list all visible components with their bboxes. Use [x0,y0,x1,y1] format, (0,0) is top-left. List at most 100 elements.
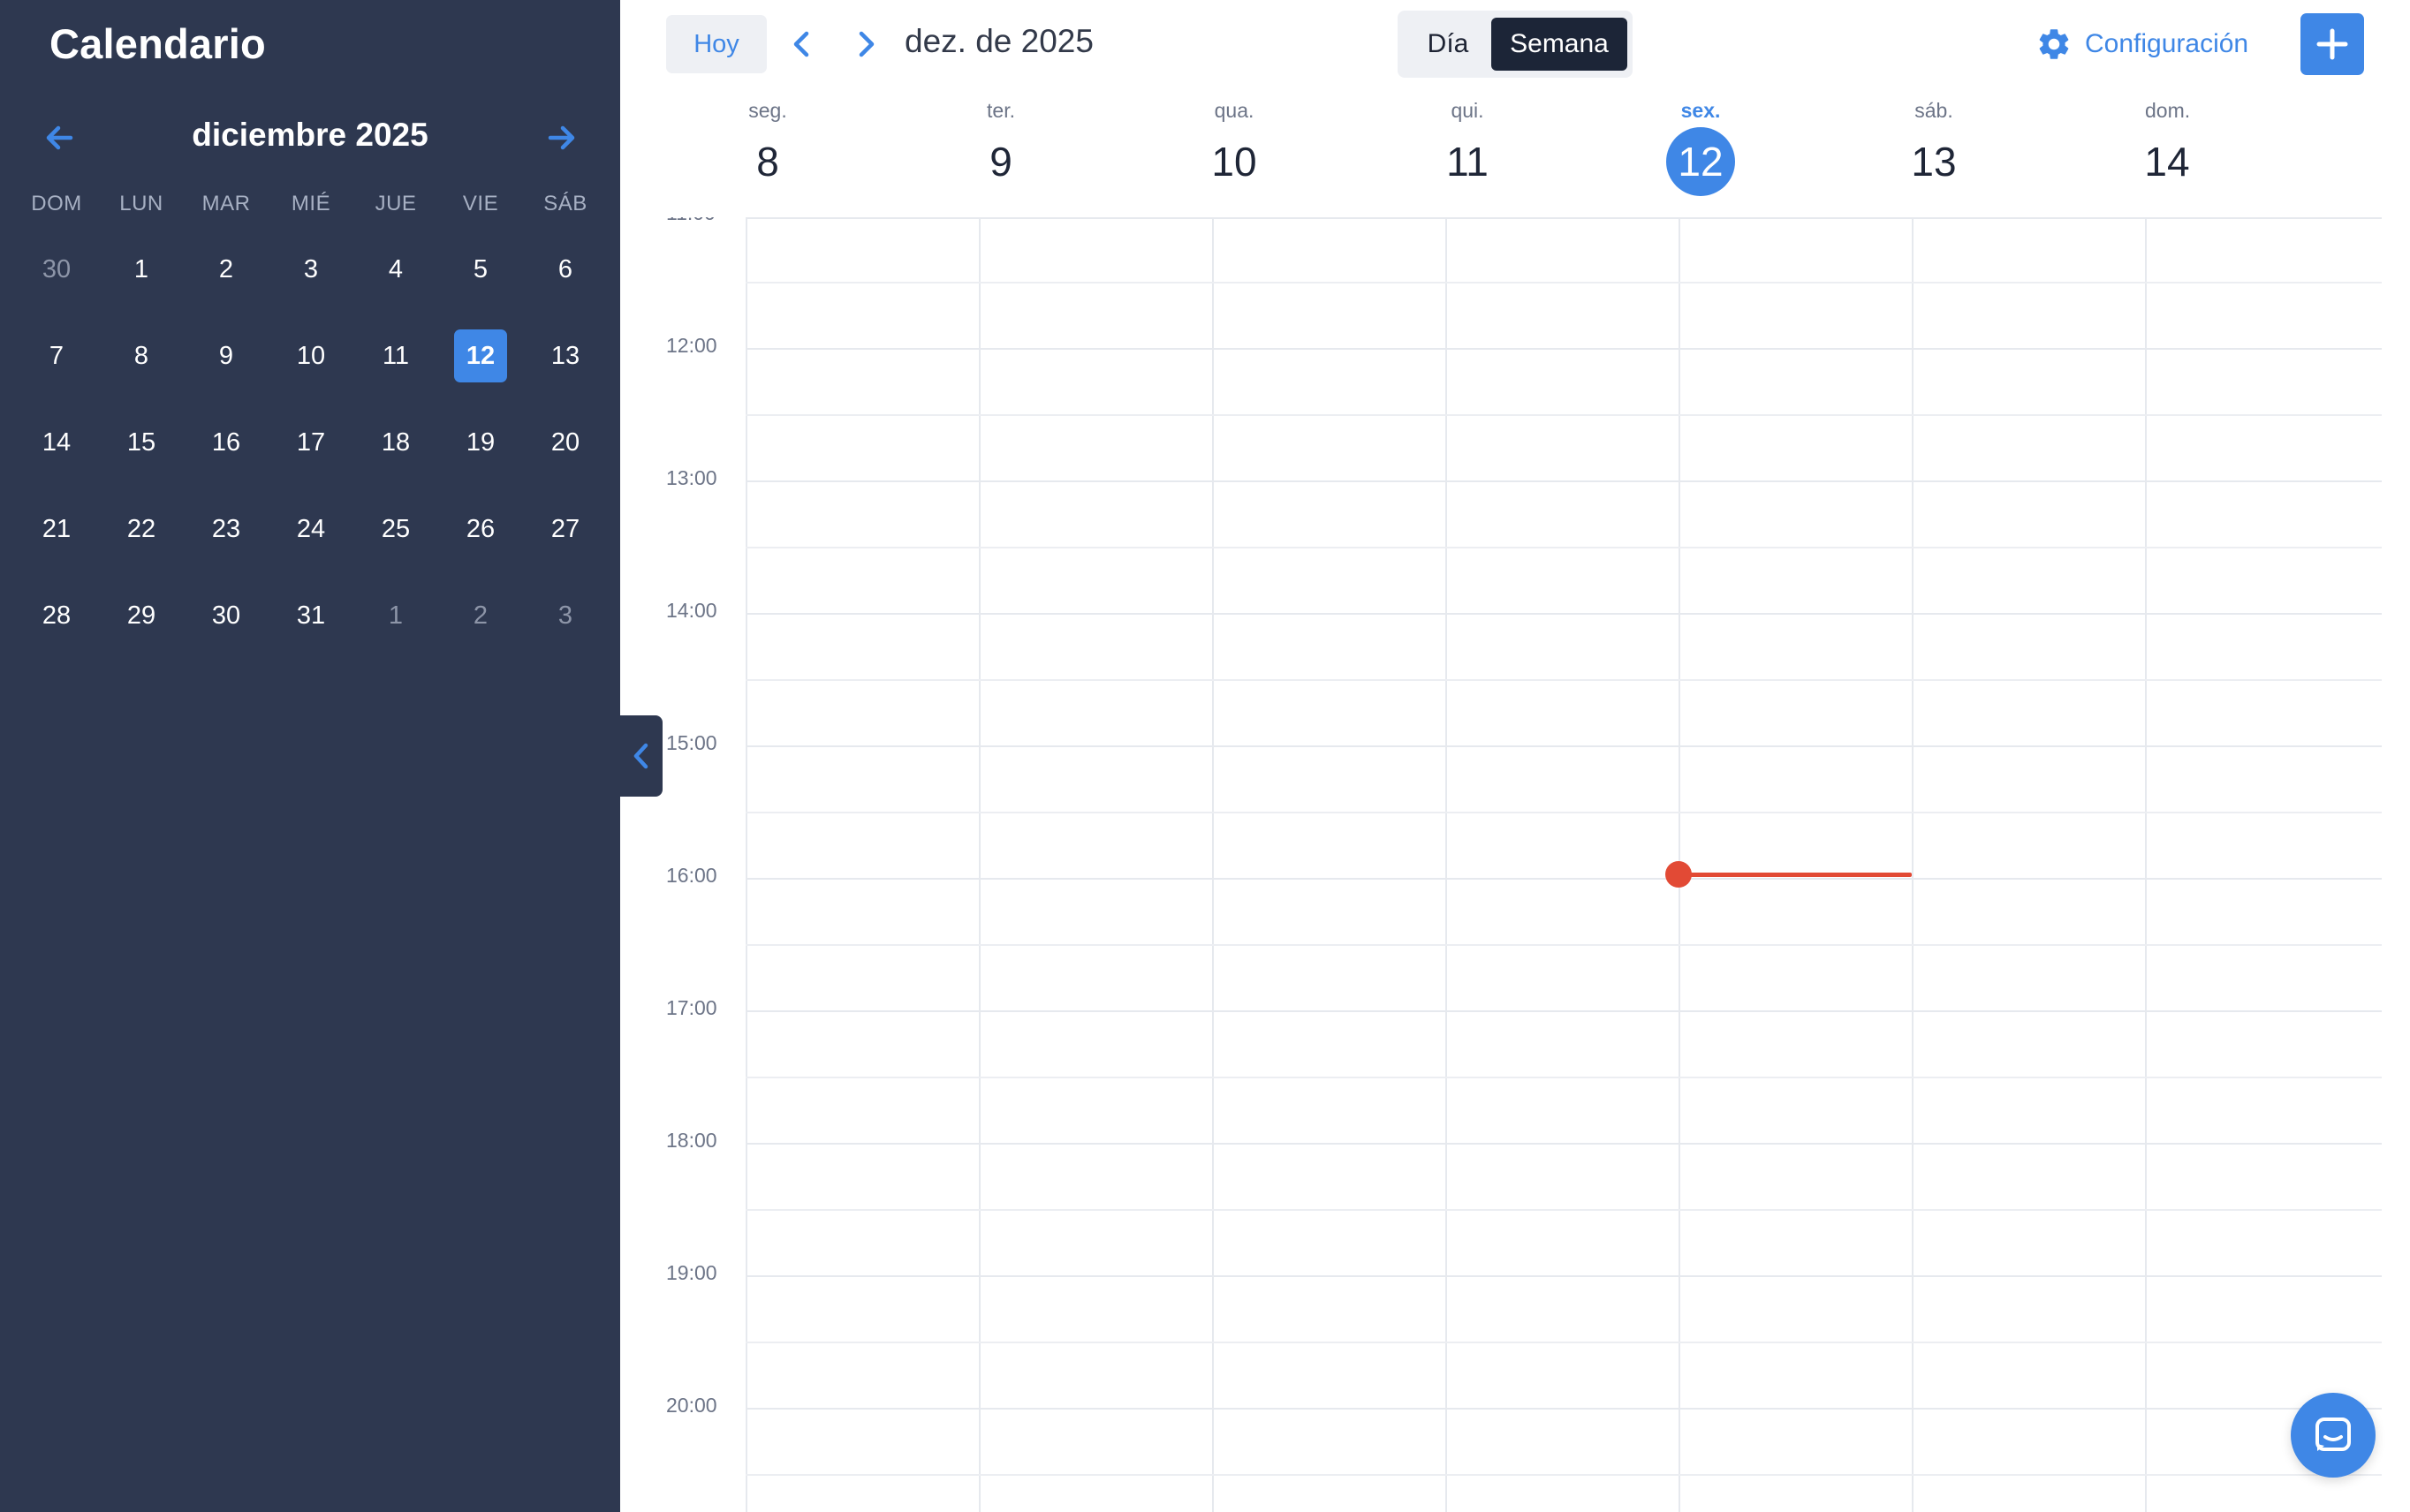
mini-calendar-day-label: 11 [382,341,410,370]
mini-calendar-week-row: 28 29 30 31 1 2 3 [14,572,608,659]
mini-calendar-day[interactable]: 18 [353,399,438,486]
mini-calendar-day-label: 17 [296,427,326,457]
day-header-number: 13 [1911,139,1957,185]
calendar-toolbar: Hoy dez. de 2025 Día Semana Configuració… [620,0,2410,88]
chevron-left-icon [793,31,809,57]
hour-label: 14:00 [666,599,717,622]
half-hour-gridline [746,1209,2382,1211]
hour-label: 12:00 [666,334,717,357]
mini-calendar-day[interactable]: 13 [523,313,608,399]
mini-calendar-day-label: 2 [218,254,234,284]
chat-support-button[interactable] [2291,1393,2376,1478]
mini-calendar-day[interactable]: 22 [99,486,184,572]
mini-calendar-day[interactable]: 5 [438,226,523,313]
mini-calendar-day[interactable]: 3 [269,226,353,313]
mini-calendar-day[interactable]: 1 [353,572,438,659]
mini-calendar-day[interactable]: 11 [353,313,438,399]
hour-gridline [746,348,2382,350]
mini-calendar-day[interactable]: 19 [438,399,523,486]
mini-calendar-day[interactable]: 4 [353,226,438,313]
add-event-button[interactable] [2300,13,2364,75]
mini-calendar-day[interactable]: 7 [14,313,99,399]
mini-calendar-day[interactable]: 30 [184,572,269,659]
mini-calendar-day[interactable]: 21 [14,486,99,572]
day-header[interactable]: ter. 9 [979,88,1212,217]
mini-calendar-day[interactable]: 28 [14,572,99,659]
weekday-header: SÁB [543,192,587,215]
mini-calendar-day[interactable]: 25 [353,486,438,572]
mini-calendar-day[interactable]: 24 [269,486,353,572]
view-day-button[interactable]: Día [1405,18,1491,71]
mini-calendar-day-today[interactable]: 12 [438,313,523,399]
previous-week-button[interactable] [781,23,823,65]
weekday-header: JUE [375,192,417,215]
mini-calendar-weekday-row: DOM LUN MAR MIÉ JUE VIE SÁB [14,182,608,226]
day-header-name: sáb. [1914,99,1953,122]
mini-calendar-day[interactable]: 17 [269,399,353,486]
mini-calendar-day[interactable]: 10 [269,313,353,399]
mini-calendar-day[interactable]: 30 [14,226,99,313]
day-header[interactable]: qui. 11 [1445,88,1679,217]
mini-calendar-day[interactable]: 27 [523,486,608,572]
day-column[interactable] [1679,219,1912,1512]
mini-calendar-day[interactable]: 2 [438,572,523,659]
mini-calendar-day[interactable]: 9 [184,313,269,399]
mini-calendar-day[interactable]: 14 [14,399,99,486]
day-columns [746,217,2382,1512]
half-hour-gridline [746,1474,2382,1476]
weekday-header: VIE [462,192,499,215]
view-toggle: Día Semana [1398,11,1633,78]
today-button[interactable]: Hoy [666,15,767,73]
mini-calendar-day-label: 19 [466,427,496,457]
mini-calendar-day[interactable]: 3 [523,572,608,659]
app-title: Calendario [49,20,266,67]
half-hour-gridline [746,812,2382,813]
mini-calendar-day[interactable]: 29 [99,572,184,659]
mini-calendar-day[interactable]: 16 [184,399,269,486]
half-hour-gridline [746,1077,2382,1078]
mini-calendar-day[interactable]: 31 [269,572,353,659]
day-header[interactable]: sáb. 13 [1911,88,2145,217]
day-column[interactable] [746,219,979,1512]
current-time-dot [1665,861,1692,888]
mini-calendar-day[interactable]: 2 [184,226,269,313]
day-header[interactable]: seg. 8 [746,88,979,217]
day-header-name: qui. [1451,99,1484,122]
day-column[interactable] [979,219,1212,1512]
mini-calendar-month-label: diciembre 2025 [192,117,428,153]
mini-calendar-day[interactable]: 6 [523,226,608,313]
mini-calendar-day-label: 25 [381,514,411,543]
mini-calendar-day[interactable]: 23 [184,486,269,572]
hour-gridline [746,613,2382,615]
mini-calendar-day[interactable]: 8 [99,313,184,399]
day-column[interactable] [1445,219,1679,1512]
day-column[interactable] [1212,219,1445,1512]
mini-calendar-day-label: 13 [550,341,580,370]
mini-calendar-day-label: 7 [49,341,64,370]
hour-label: 15:00 [666,731,717,754]
sidebar: Calendario diciembre 2025 DOM LUN MAR MIÉ JU… [0,0,620,1512]
view-week-button[interactable]: Semana [1491,18,1627,71]
mini-calendar-day[interactable]: 15 [99,399,184,486]
mini-calendar-next-month-button[interactable] [540,117,582,159]
day-header-name: seg. [748,99,787,122]
day-column[interactable] [1912,219,2145,1512]
hour-label: 19:00 [666,1261,717,1284]
day-column[interactable] [2145,219,2378,1512]
mini-calendar-day[interactable]: 1 [99,226,184,313]
mini-calendar-day[interactable]: 20 [523,399,608,486]
plus-icon [2316,28,2348,60]
hour-gridline [746,1408,2382,1410]
mini-calendar-day-label: 30 [211,601,241,630]
hour-label: 13:00 [666,466,717,489]
next-week-button[interactable] [845,23,887,65]
day-header-today[interactable]: sex. 12 [1666,88,1912,217]
mini-calendar-week-row: 7 8 9 10 11 12 13 [14,313,608,399]
day-header[interactable]: dom. 14 [2144,88,2378,217]
hour-gridline [746,1143,2382,1145]
mini-calendar-day-label: 26 [466,514,496,543]
settings-button[interactable]: Configuración [2035,21,2248,67]
day-header[interactable]: qua. 10 [1211,88,1445,217]
mini-calendar-day[interactable]: 26 [438,486,523,572]
day-header-name: dom. [2145,99,2191,122]
